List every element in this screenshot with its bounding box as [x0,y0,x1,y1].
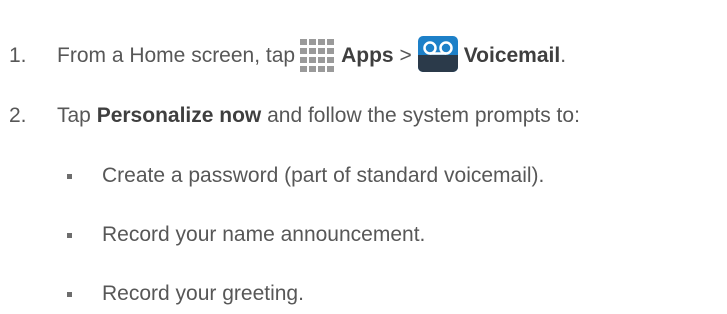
step-1-separator: > [399,44,412,67]
apps-grid-icon [300,39,336,73]
bullet-icon [67,292,72,297]
step-1-text: From a Home screen, tap [57,44,296,67]
sub-item-text: Create a password (part of standard voic… [102,164,545,187]
step-1-end: . [560,44,567,67]
step-1-number: 1. [9,44,27,67]
apps-label: Apps [341,44,394,67]
step-2-text-after: and follow the system prompts to: [267,104,580,127]
bullet-icon [67,174,72,179]
voicemail-label: Voicemail [463,44,561,67]
sub-item-text: Record your name announcement. [102,223,426,246]
sub-item-text: Record your greeting. [102,282,304,305]
step-2-text-before: Tap [57,104,91,127]
voicemail-icon [417,36,459,73]
personalize-now-label: Personalize now [96,104,262,127]
bullet-icon [67,233,72,238]
step-2-number: 2. [9,104,27,127]
